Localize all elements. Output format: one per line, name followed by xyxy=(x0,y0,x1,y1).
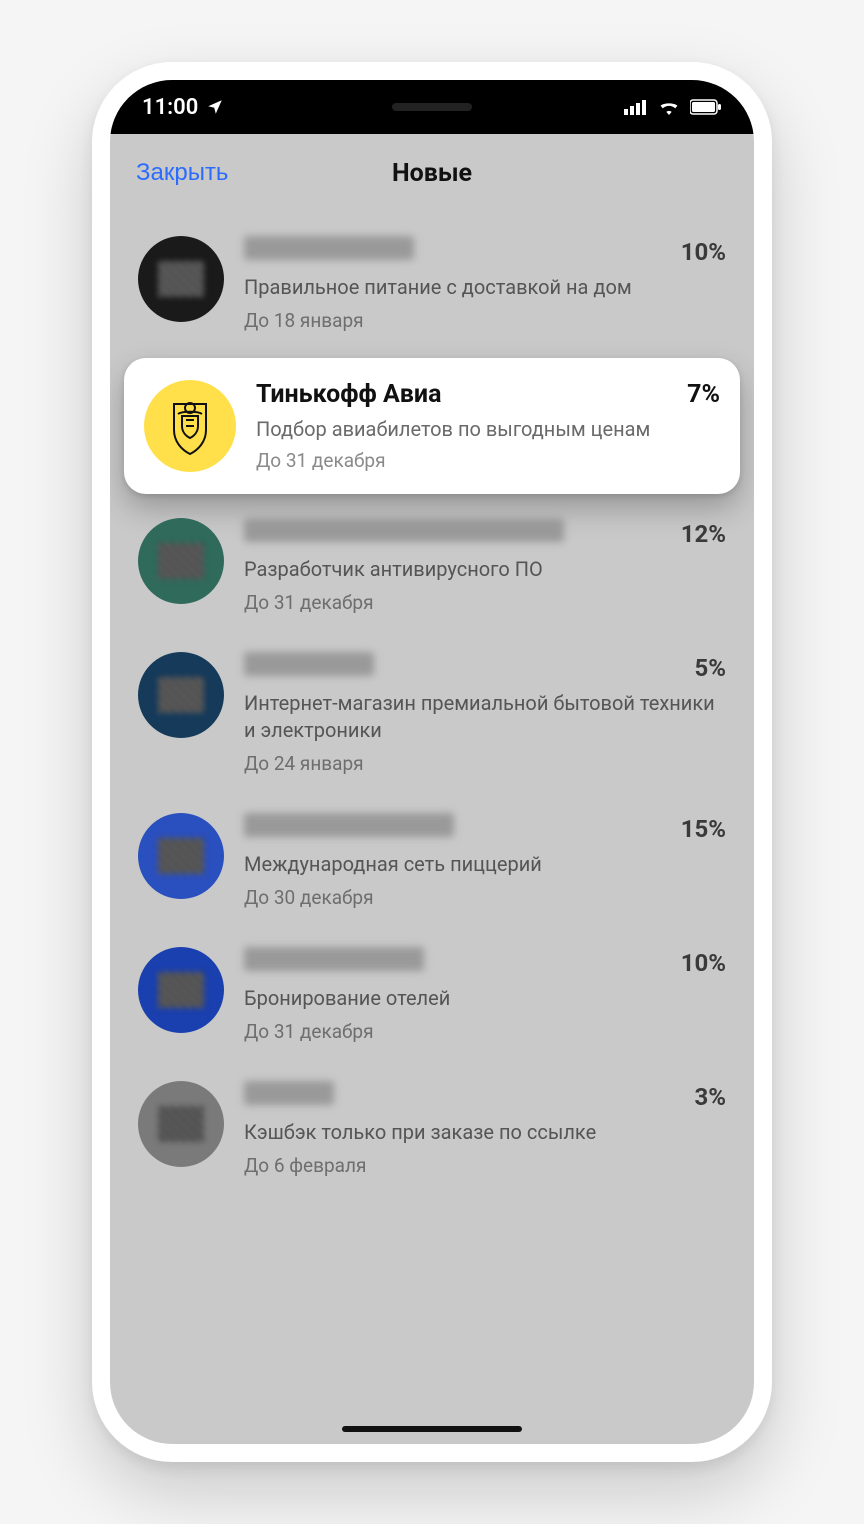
offer-percent: 10% xyxy=(681,238,726,266)
offer-description: Интернет-магазин премиальной бытовой тех… xyxy=(244,690,726,744)
list-item[interactable]: 12% Разработчик антивирусного ПО До 31 д… xyxy=(110,500,754,634)
modal-header: Закрыть Новые xyxy=(110,134,754,212)
offer-description: Бронирование отелей xyxy=(244,985,726,1012)
offer-date: До 18 января xyxy=(244,309,726,332)
pixelated-logo xyxy=(158,1106,204,1142)
offer-description: Правильное питание с доставкой на дом xyxy=(244,274,726,301)
offer-name-pixelated xyxy=(244,236,414,260)
offer-date: До 31 декабря xyxy=(244,591,726,614)
pixelated-logo xyxy=(158,261,204,297)
offer-name-pixelated xyxy=(244,518,564,542)
offer-description: Разработчик антивирусного ПО xyxy=(244,556,726,583)
offer-percent: 5% xyxy=(694,654,726,682)
pixelated-logo xyxy=(158,543,204,579)
highlighted-offer-card[interactable]: Тинькофф Авиа 7% Подбор авиабилетов по в… xyxy=(124,358,740,494)
list-item[interactable]: 10% Правильное питание с доставкой на до… xyxy=(110,218,754,352)
offer-date: До 31 декабря xyxy=(256,449,720,472)
offer-date: До 30 декабря xyxy=(244,886,726,909)
wifi-icon xyxy=(658,99,680,115)
offer-percent: 3% xyxy=(694,1083,726,1111)
page-title: Новые xyxy=(392,159,472,188)
avatar xyxy=(138,236,224,322)
list-item[interactable]: 15% Международная сеть пиццерий До 30 де… xyxy=(110,795,754,929)
avatar xyxy=(138,1081,224,1167)
tinkoff-crest-icon xyxy=(158,394,222,458)
close-button[interactable]: Закрыть xyxy=(136,159,228,187)
avatar-tinkoff xyxy=(144,380,236,472)
offer-name-pixelated xyxy=(244,1081,334,1105)
pixelated-logo xyxy=(158,677,204,713)
offer-name-pixelated xyxy=(244,947,424,971)
offer-description: Международная сеть пиццерий xyxy=(244,851,726,878)
list-item[interactable]: 5% Интернет-магазин премиальной бытовой … xyxy=(110,634,754,795)
offer-description: Кэшбэк только при заказе по ссылке xyxy=(244,1119,726,1146)
offer-name-pixelated xyxy=(244,813,454,837)
signal-icon xyxy=(624,99,648,115)
battery-icon xyxy=(690,99,722,115)
avatar xyxy=(138,518,224,604)
offer-percent: 12% xyxy=(681,520,726,548)
offer-name: Тинькофф Авиа xyxy=(256,380,441,409)
phone-frame: 11:00 Закрыть Новые xyxy=(92,62,772,1462)
pixelated-logo xyxy=(158,838,204,874)
offer-date: До 24 января xyxy=(244,752,726,775)
offer-date: До 31 декабря xyxy=(244,1020,726,1043)
speaker-grill xyxy=(392,103,472,111)
location-icon xyxy=(206,98,224,116)
avatar xyxy=(138,947,224,1033)
offer-percent: 7% xyxy=(687,380,720,409)
phone-screen: 11:00 Закрыть Новые xyxy=(110,80,754,1444)
avatar xyxy=(138,813,224,899)
offer-date: До 6 февраля xyxy=(244,1154,726,1177)
pixelated-logo xyxy=(158,972,204,1008)
offer-percent: 10% xyxy=(681,949,726,977)
offer-percent: 15% xyxy=(681,815,726,843)
list-item[interactable]: 10% Бронирование отелей До 31 декабря xyxy=(110,929,754,1063)
notch xyxy=(282,80,582,134)
offers-list[interactable]: 10% Правильное питание с доставкой на до… xyxy=(110,212,754,1444)
avatar xyxy=(138,652,224,738)
list-item[interactable]: 3% Кэшбэк только при заказе по ссылке До… xyxy=(110,1063,754,1197)
home-indicator[interactable] xyxy=(342,1426,522,1432)
status-time: 11:00 xyxy=(142,95,198,120)
offer-description: Подбор авиабилетов по выгодным ценам xyxy=(256,417,720,441)
offer-name-pixelated xyxy=(244,652,374,676)
